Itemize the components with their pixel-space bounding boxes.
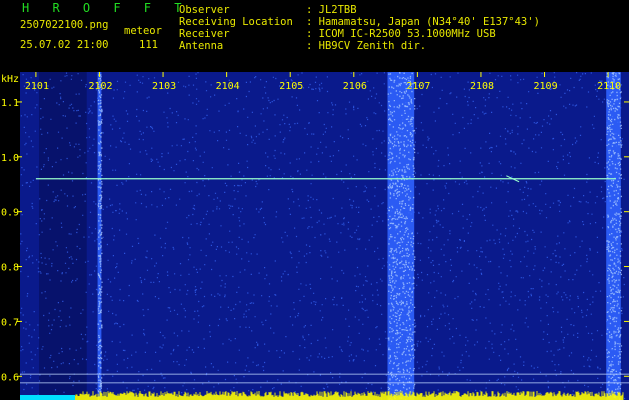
meteor-label: meteor xyxy=(124,25,162,37)
footer-signal-cyan xyxy=(20,395,75,400)
x-tick-label: 2106 xyxy=(343,81,367,92)
bright-band-1 xyxy=(387,72,415,400)
meteor-count: 111 xyxy=(139,39,158,51)
image-filename: 2507022100.png xyxy=(20,19,109,31)
location-label: Receiving Location xyxy=(179,16,293,28)
bright-band-2 xyxy=(606,72,621,400)
receiver-label: Receiver xyxy=(179,28,230,40)
y-tick-label: 1.1 xyxy=(1,98,19,109)
x-tick-label: 2105 xyxy=(279,81,303,92)
app-title: H R O F F T xyxy=(22,1,190,15)
x-tick-label: 2104 xyxy=(216,81,240,92)
observer-value: : JL2TBB xyxy=(306,4,357,16)
observation-datetime: 25.07.02 21:00 xyxy=(20,39,109,51)
x-tick-label: 2110 xyxy=(597,81,621,92)
x-tick-label: 2102 xyxy=(88,81,112,92)
info-values: : JL2TBB : Hamamatsu, Japan (N34°40' E13… xyxy=(306,4,540,52)
spectrogram-background xyxy=(0,72,629,400)
location-value: : Hamamatsu, Japan (N34°40' E137°43') xyxy=(306,16,540,28)
dark-band xyxy=(39,72,87,400)
y-tick-label: 0.6 xyxy=(1,372,19,383)
x-tick-label: 2108 xyxy=(470,81,494,92)
y-tick-label: 0.8 xyxy=(1,263,19,274)
spectrogram: kHz 1.1 1.0 0.9 0.8 0.7 0.6 2101 2102 2103 2104 210… xyxy=(0,72,629,400)
x-tick-label: 2107 xyxy=(406,81,430,92)
x-tick-label: 2109 xyxy=(534,81,558,92)
plot-background xyxy=(20,72,629,400)
receiver-value: : ICOM IC-R2500 53.1000MHz USB xyxy=(306,28,496,40)
y-tick-label: 1.0 xyxy=(1,153,19,164)
y-tick-label: 0.7 xyxy=(1,317,19,328)
observer-label: Observer xyxy=(179,4,230,16)
header-panel: H R O F F T 2507022100.png 25.07.02 21:0… xyxy=(0,0,629,72)
x-tick-label: 2103 xyxy=(152,81,176,92)
antenna-label: Antenna xyxy=(179,40,224,52)
y-tick-label: 0.9 xyxy=(1,208,19,219)
antenna-value: : HB9CV Zenith dir. xyxy=(306,40,427,52)
info-labels: Observer Receiving Location Receiver Ant… xyxy=(179,4,293,52)
y-axis-label: kHz xyxy=(1,74,19,85)
x-tick-label: 2101 xyxy=(25,81,49,92)
